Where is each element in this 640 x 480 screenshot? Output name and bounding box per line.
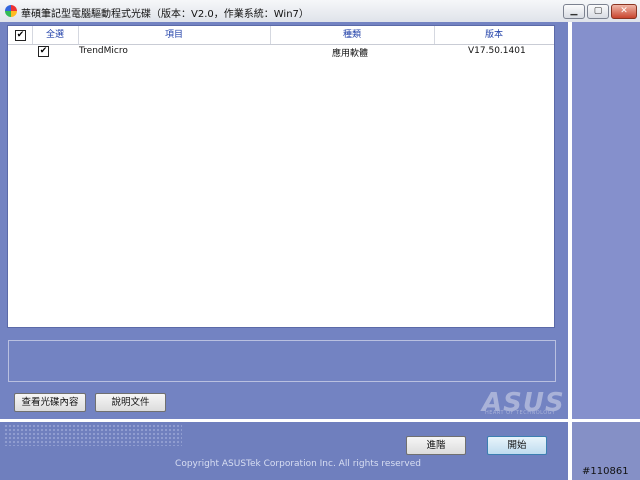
watermark-id: #110861 (582, 466, 629, 477)
header-select-all-cell: ✔ (8, 26, 33, 44)
description-box (8, 340, 556, 382)
row-version: V17.50.1401 (468, 46, 526, 56)
header-select-all[interactable]: 全選 (32, 26, 79, 44)
right-side-panel (572, 22, 640, 419)
header-type[interactable]: 種類 (270, 26, 435, 44)
select-all-checkbox[interactable]: ✔ (15, 30, 26, 41)
header-version[interactable]: 版本 (434, 26, 554, 44)
advanced-button[interactable]: 進階 (406, 436, 466, 455)
header-item[interactable]: 項目 (78, 26, 271, 44)
list-header: ✔ 全選 項目 種類 版本 (8, 26, 554, 45)
maximize-button[interactable]: ▢ (587, 4, 609, 19)
view-cd-contents-button[interactable]: 查看光碟內容 (14, 393, 86, 412)
title-bar: 華碩筆記型電腦驅動程式光碟（版本：V2.0，作業系統：Win7） ▁ ▢ ✕ (0, 0, 640, 23)
documentation-button[interactable]: 說明文件 (95, 393, 166, 412)
vertical-divider (568, 22, 572, 480)
minimize-button[interactable]: ▁ (563, 4, 585, 19)
window-title: 華碩筆記型電腦驅動程式光碟（版本：V2.0，作業系統：Win7） (21, 9, 309, 20)
start-button[interactable]: 開始 (487, 436, 547, 455)
app-icon (5, 5, 17, 17)
copyright-text: Copyright ASUSTek Corporation Inc. All r… (175, 459, 421, 469)
list-row[interactable]: ✔ TrendMicro 應用軟體 V17.50.1401 (8, 45, 554, 59)
driver-list: ✔ 全選 項目 種類 版本 ✔ TrendMicro 應用軟體 V17.50.1… (7, 25, 555, 328)
asus-tagline: HEART OF TECHNOLOGY (485, 410, 556, 416)
row-checkbox[interactable]: ✔ (38, 46, 49, 57)
row-item: TrendMicro (79, 46, 128, 56)
dot-pattern-decoration (4, 424, 182, 446)
close-button[interactable]: ✕ (611, 4, 637, 19)
row-type: 應用軟體 (332, 49, 369, 59)
